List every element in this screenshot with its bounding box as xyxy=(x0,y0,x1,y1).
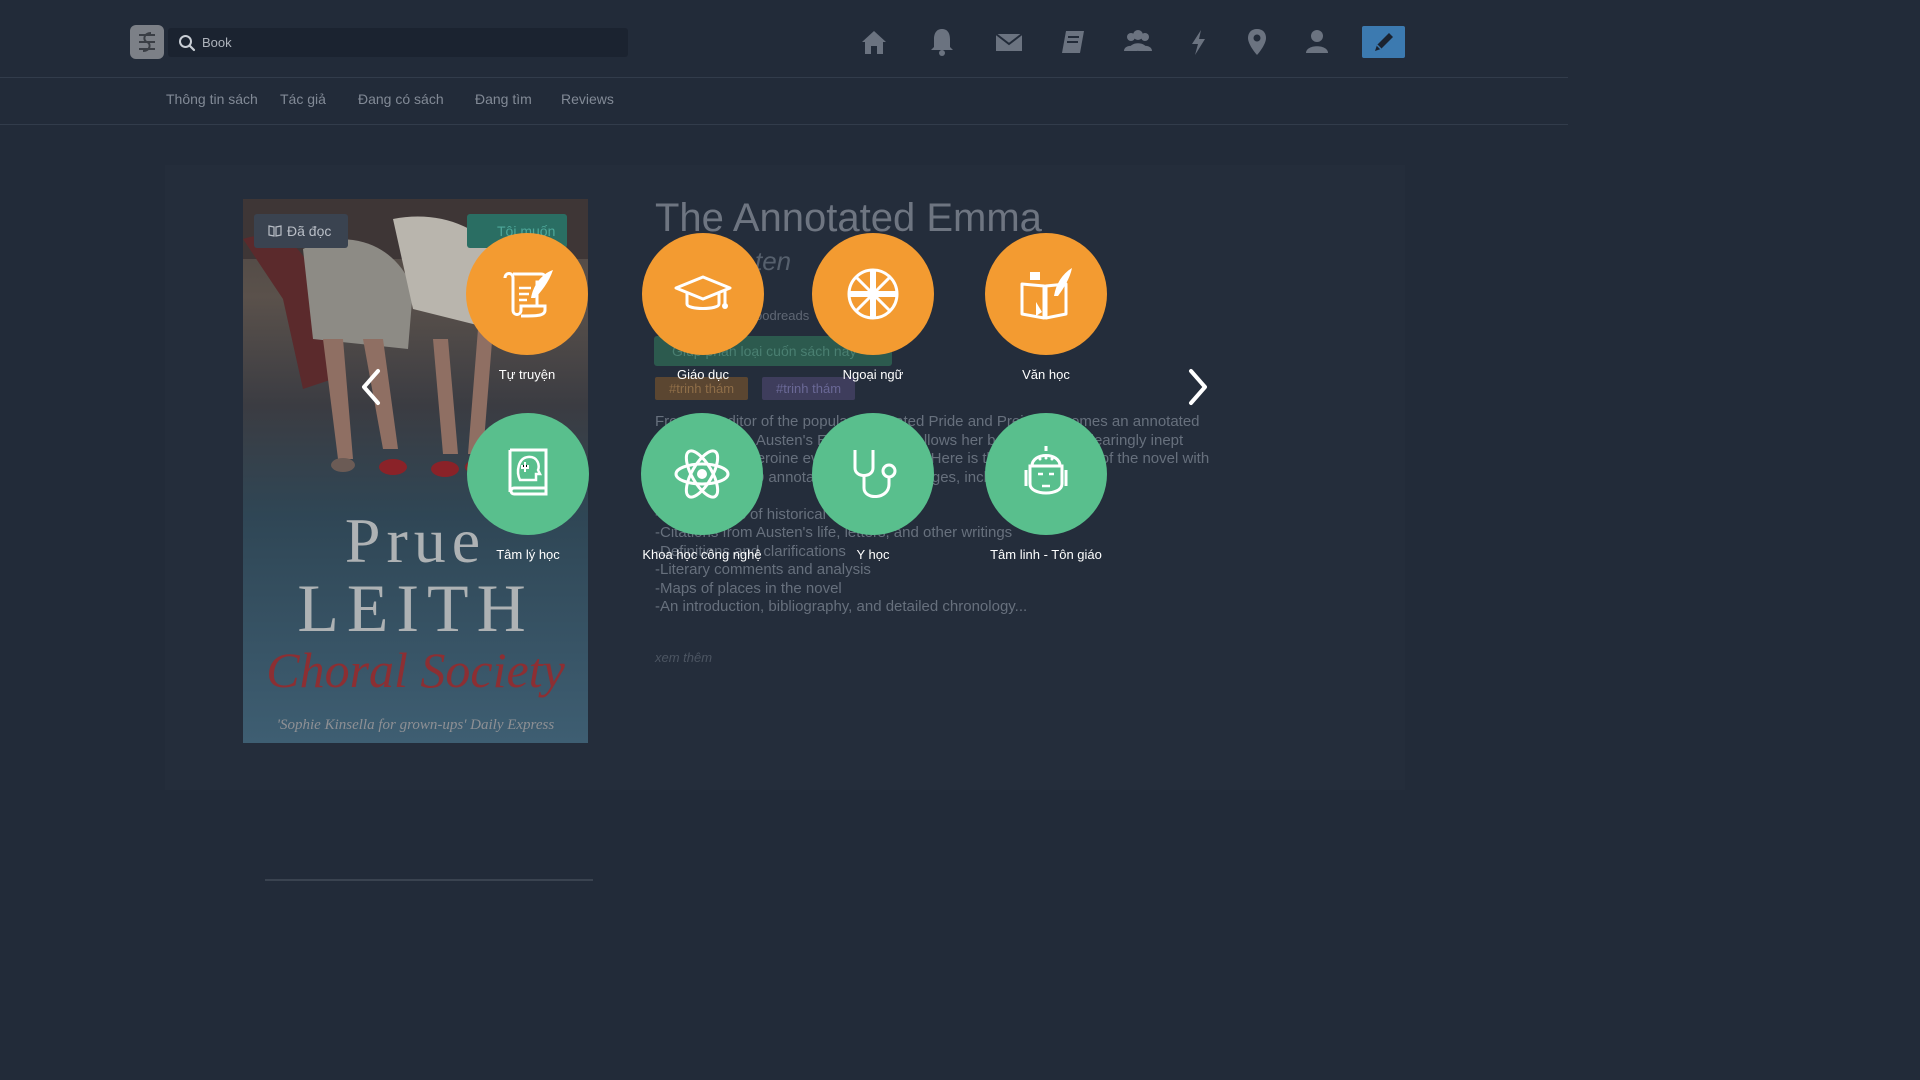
category-circle[interactable] xyxy=(985,413,1107,535)
pencil-icon xyxy=(1375,33,1393,51)
description-line: -Maps of places in the novel xyxy=(655,579,842,597)
category-science-technology[interactable]: Khoa học công nghệ xyxy=(612,413,792,562)
cover-quote: 'Sophie Kinsella for grown-ups' Daily Ex… xyxy=(276,717,555,733)
category-circle[interactable] xyxy=(812,413,934,535)
book-quill-icon xyxy=(1020,268,1072,320)
category-label: Khoa học công nghệ xyxy=(642,547,762,562)
read-button-label: Đã đọc xyxy=(287,223,332,239)
next-arrow-icon[interactable] xyxy=(1183,367,1213,407)
bell-icon[interactable] xyxy=(926,26,958,58)
category-psychology[interactable]: Tâm lý học xyxy=(438,413,618,562)
read-button[interactable]: Đã đọc xyxy=(254,214,348,248)
category-circle[interactable] xyxy=(641,413,763,535)
search-icon[interactable] xyxy=(178,34,196,52)
category-label: Giáo dục xyxy=(676,367,730,382)
category-circle[interactable] xyxy=(812,233,934,355)
tab-searching[interactable]: Đang tìm xyxy=(475,91,532,107)
category-circle[interactable] xyxy=(466,233,588,355)
category-label: Ngoại ngữ xyxy=(842,367,904,382)
tab-available[interactable]: Đang có sách xyxy=(358,91,444,107)
category-medicine[interactable]: Y học xyxy=(783,413,963,562)
open-book-icon xyxy=(268,225,282,237)
tab-book-info[interactable]: Thông tin sách xyxy=(166,91,258,107)
mail-icon[interactable] xyxy=(993,26,1025,58)
category-label: Tự truyện xyxy=(498,367,556,382)
union-jack-icon xyxy=(847,268,899,320)
write-button[interactable] xyxy=(1362,26,1405,58)
psychology-book-icon xyxy=(508,448,548,496)
category-circle[interactable] xyxy=(467,413,589,535)
category-circle[interactable] xyxy=(642,233,764,355)
category-label: Y học xyxy=(856,547,890,562)
tab-reviews[interactable]: Reviews xyxy=(561,91,614,107)
tab-author[interactable]: Tác giả xyxy=(280,91,326,107)
logo-icon xyxy=(139,32,155,52)
stethoscope-icon xyxy=(853,450,897,498)
category-label: Tâm lý học xyxy=(496,547,560,562)
buddha-icon xyxy=(1024,446,1068,495)
search-bar xyxy=(168,28,628,57)
cover-title: Choral Society xyxy=(266,642,565,698)
group-icon[interactable] xyxy=(1121,26,1153,58)
book-icon[interactable] xyxy=(1057,26,1089,58)
bolt-icon[interactable] xyxy=(1182,26,1214,58)
category-education[interactable]: Giáo dục xyxy=(613,233,793,382)
category-foreign-language[interactable]: Ngoại ngữ xyxy=(783,233,963,382)
search-input[interactable] xyxy=(202,28,612,57)
category-circle[interactable] xyxy=(985,233,1107,355)
atom-icon xyxy=(674,449,730,499)
site-logo[interactable] xyxy=(130,25,164,59)
category-literature[interactable]: Văn học xyxy=(956,233,1136,382)
home-icon[interactable] xyxy=(858,26,890,58)
category-autobiography[interactable]: Tự truyện xyxy=(437,233,617,382)
location-icon[interactable] xyxy=(1241,26,1273,58)
description-line: -Literary comments and analysis xyxy=(655,561,871,578)
see-more-link[interactable]: xem thêm xyxy=(655,650,712,665)
category-spirituality-religion[interactable]: Tâm linh - Tôn giáo xyxy=(956,413,1136,562)
user-icon[interactable] xyxy=(1301,26,1333,58)
divider xyxy=(265,879,593,881)
book-tabs: Thông tin sách Tác giả Đang có sách Đang… xyxy=(0,79,1568,125)
top-navbar xyxy=(0,0,1568,78)
category-label: Tâm linh - Tôn giáo xyxy=(990,547,1102,562)
scroll-quill-icon xyxy=(503,270,553,318)
previous-arrow-icon[interactable] xyxy=(356,367,386,407)
description-line: -An introduction, bibliography, and deta… xyxy=(655,598,1028,615)
cover-author-last: LEITH xyxy=(297,570,534,646)
category-label: Văn học xyxy=(1022,367,1070,382)
graduation-cap-icon xyxy=(674,275,732,310)
